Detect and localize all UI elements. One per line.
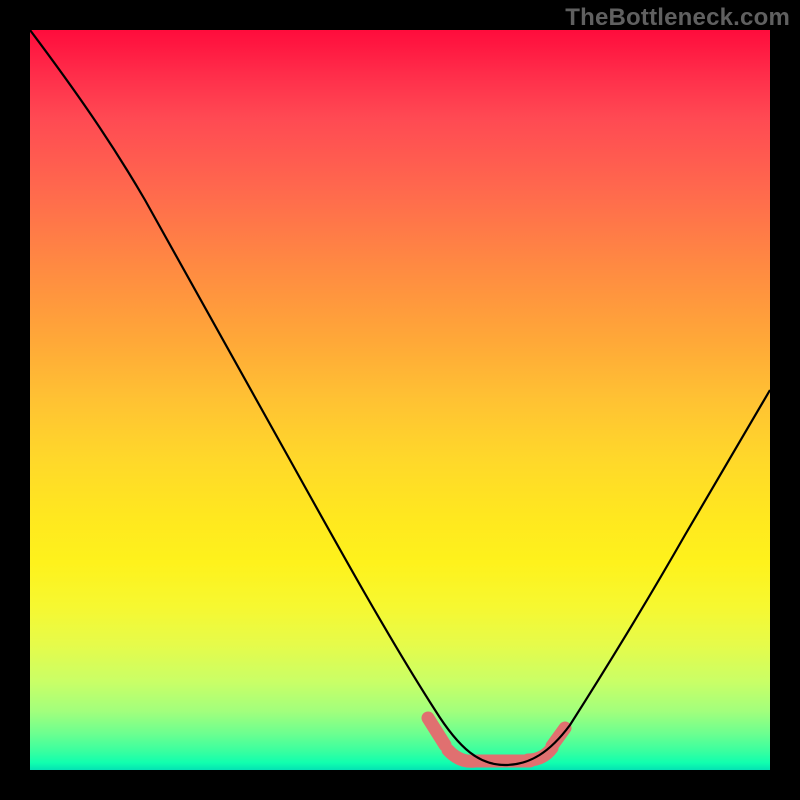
highlight-strokes	[428, 718, 565, 761]
chart-frame: TheBottleneck.com	[0, 0, 800, 800]
bottleneck-curve	[30, 30, 770, 765]
watermark-text: TheBottleneck.com	[565, 4, 790, 32]
curve-layer	[30, 30, 770, 770]
plot-area	[30, 30, 770, 770]
